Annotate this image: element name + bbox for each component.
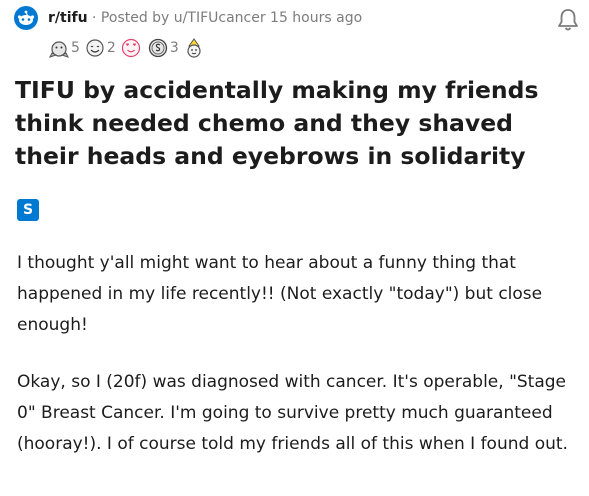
bell-icon[interactable] — [554, 6, 582, 34]
post-body: I thought y'all might want to hear about… — [17, 248, 577, 486]
award-count: 2 — [106, 40, 116, 56]
subreddit-avatar-icon[interactable] — [14, 6, 38, 30]
subreddit-link[interactable]: r/tifu — [48, 10, 88, 26]
party-award-icon — [187, 38, 201, 58]
heart-eyes-award-icon — [121, 38, 140, 58]
award-count: 3 — [169, 40, 179, 56]
award-heart-eyes[interactable] — [120, 38, 143, 58]
award-wholesome[interactable]: 2 — [84, 38, 116, 58]
post-paragraph: Okay, so I (20f) was diagnosed with canc… — [17, 372, 568, 454]
post-title[interactable]: TIFU by accidentally making my friends t… — [15, 74, 575, 173]
award-silver[interactable]: 5 — [48, 38, 80, 58]
post-flair-badge[interactable]: S — [17, 199, 39, 221]
posted-by-text: · Posted by u/TIFUcancer 15 hours ago — [92, 10, 363, 26]
award-count: 5 — [71, 40, 80, 56]
post-header: r/tifu · Posted by u/TIFUcancer 15 hours… — [14, 4, 584, 62]
post-paragraph: I thought y'all might want to hear about… — [17, 253, 543, 335]
silver-award-icon — [49, 41, 69, 58]
award-party[interactable] — [183, 38, 206, 58]
award-coin[interactable]: 3 — [147, 38, 179, 58]
coin-award-icon — [148, 38, 167, 58]
wholesome-award-icon — [86, 39, 104, 57]
post-meta: r/tifu · Posted by u/TIFUcancer 15 hours… — [48, 10, 362, 26]
awards-row: 5 2 3 — [48, 36, 210, 60]
